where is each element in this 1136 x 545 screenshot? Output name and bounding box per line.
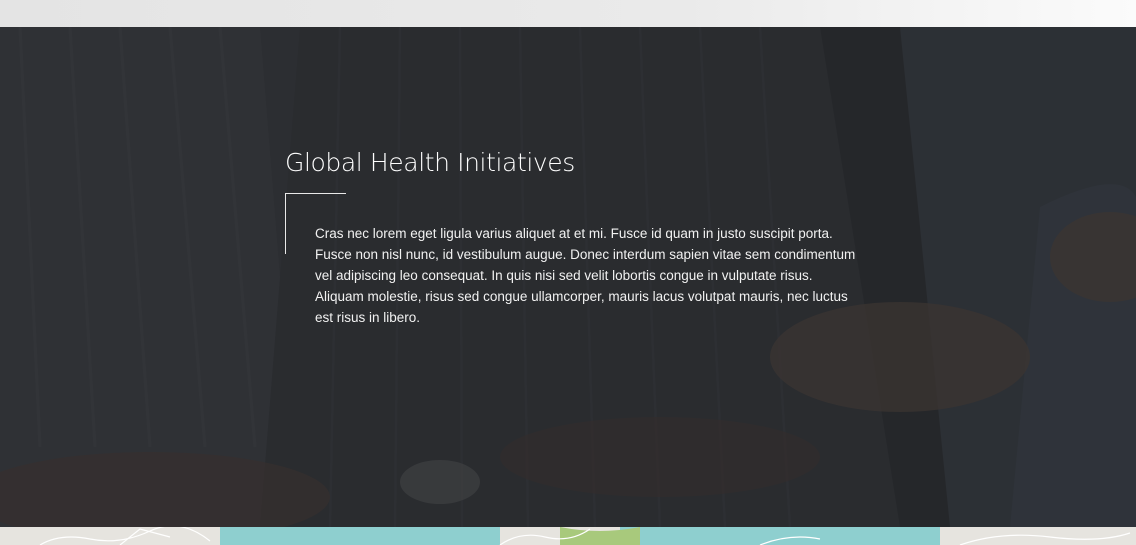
top-header-strip — [0, 0, 1136, 27]
map-strip[interactable] — [0, 527, 1136, 545]
hero-title: Global Health Initiatives — [285, 148, 575, 177]
map-tiles — [0, 527, 1136, 545]
hero-section: Global Health Initiatives Cras nec lorem… — [0, 27, 1136, 527]
hero-body-text: Cras nec lorem eget ligula varius alique… — [315, 226, 856, 325]
